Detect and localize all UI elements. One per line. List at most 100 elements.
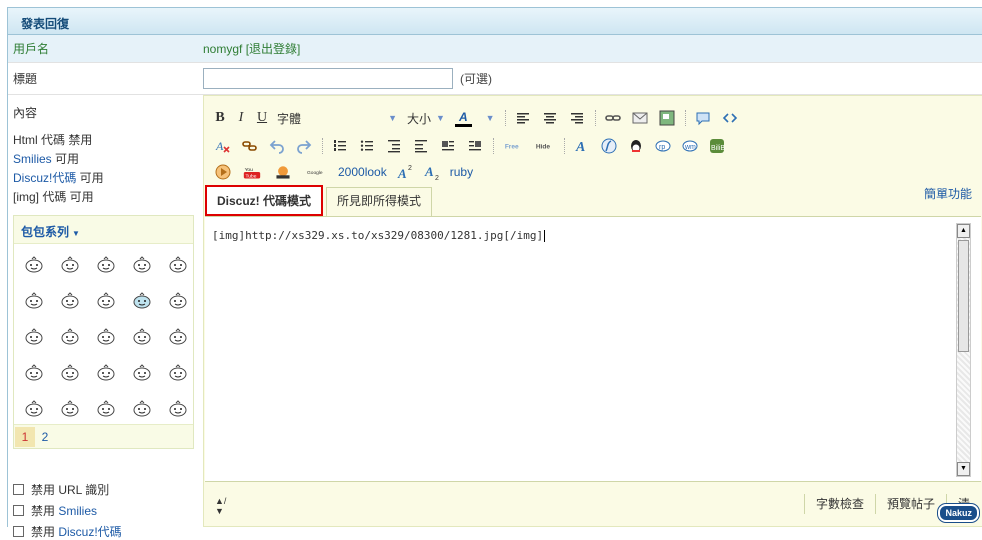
smiley-icon[interactable] xyxy=(16,247,52,283)
google-video-icon[interactable]: Google xyxy=(303,163,329,181)
scroll-down-button[interactable]: ▼ xyxy=(957,462,970,476)
align-right-icon[interactable] xyxy=(568,109,586,127)
smiley-icon[interactable] xyxy=(160,355,196,391)
simple-mode-link[interactable]: 簡單功能 xyxy=(924,185,972,202)
content-label: 內容 xyxy=(13,106,38,120)
smiley-icon[interactable] xyxy=(16,391,52,427)
tab-wysiwyg-mode[interactable]: 所見即所得模式 xyxy=(326,187,433,216)
font-style-icon[interactable]: A xyxy=(573,137,591,155)
svg-text:2: 2 xyxy=(435,175,439,181)
underline-button[interactable]: U xyxy=(256,108,268,128)
link-icon[interactable] xyxy=(604,109,622,127)
editor: B I U 字體 ▼ 大小 ▼ A ▼ A Free Hide A rp wm … xyxy=(203,95,982,527)
flash-icon[interactable] xyxy=(600,137,618,155)
code-icon[interactable] xyxy=(721,109,739,127)
smiley-icon[interactable] xyxy=(52,355,88,391)
scroll-thumb[interactable] xyxy=(958,240,969,352)
align-center-icon[interactable] xyxy=(541,109,559,127)
discuz-help-link[interactable]: Discuz!代碼 xyxy=(13,171,76,185)
smiley-icon[interactable] xyxy=(160,283,196,319)
checkbox[interactable] xyxy=(13,505,24,516)
svg-text:A: A xyxy=(397,166,407,181)
checkbox[interactable] xyxy=(13,526,24,537)
textarea-scrollbar[interactable]: ▲ ▼ xyxy=(956,223,971,477)
unordered-list-icon[interactable] xyxy=(358,137,376,155)
logout-link[interactable]: [退出登錄] xyxy=(246,42,301,56)
media-icon[interactable] xyxy=(214,163,232,181)
subscript-icon[interactable]: A2 xyxy=(423,163,441,181)
smiley-icon[interactable] xyxy=(88,391,124,427)
smiley-icon[interactable] xyxy=(16,319,52,355)
ruby-link[interactable]: ruby xyxy=(450,165,473,179)
message-textarea[interactable]: [img]http://xs329.xs.to/xs329/08300/1281… xyxy=(205,216,981,482)
smiley-icon[interactable] xyxy=(160,391,196,427)
smilies-category[interactable]: 包包系列 ▼ xyxy=(14,216,193,244)
float-left-icon[interactable] xyxy=(439,137,457,155)
redo-icon[interactable] xyxy=(295,137,313,155)
smiley-icon[interactable] xyxy=(52,319,88,355)
smiley-icon[interactable] xyxy=(88,247,124,283)
font-size-select[interactable]: 大小 ▼ xyxy=(407,110,445,127)
smilies-help-link[interactable]: Smilies xyxy=(13,152,52,166)
smiley-icon[interactable] xyxy=(160,319,196,355)
smiley-icon[interactable] xyxy=(124,391,160,427)
bilibili-icon[interactable]: BiliB xyxy=(708,137,726,155)
hide-icon[interactable]: Hide xyxy=(533,137,555,155)
optional-hint: (可選) xyxy=(460,72,492,86)
scroll-up-button[interactable]: ▲ xyxy=(957,224,970,238)
font-family-select[interactable]: 字體 ▼ xyxy=(277,110,397,127)
qq-icon[interactable] xyxy=(627,137,645,155)
option-disable-discuz[interactable]: 禁用 Discuz!代碼 xyxy=(13,523,122,540)
image-icon[interactable] xyxy=(658,109,676,127)
smiley-icon[interactable] xyxy=(88,283,124,319)
option-disable-url[interactable]: 禁用 URL 識別 xyxy=(13,481,109,498)
email-icon[interactable] xyxy=(631,109,649,127)
bold-button[interactable]: B xyxy=(214,108,226,128)
ordered-list-icon[interactable] xyxy=(331,137,349,155)
smiley-icon[interactable] xyxy=(52,391,88,427)
smiley-icon[interactable] xyxy=(52,283,88,319)
toolbar-row-3: You Tube Google 2000look A2 A2 ruby xyxy=(214,162,482,182)
remove-format-icon[interactable]: A xyxy=(214,137,232,155)
page-1[interactable]: 1 xyxy=(15,426,35,447)
windows-media-icon[interactable]: wm xyxy=(681,137,699,155)
undo-icon[interactable] xyxy=(268,137,286,155)
svg-text:A: A xyxy=(575,140,585,155)
superscript-icon[interactable]: A2 xyxy=(396,163,414,181)
smiley-icon[interactable] xyxy=(124,283,160,319)
tab-code-mode[interactable]: Discuz! 代碼模式 xyxy=(205,185,324,216)
subject-input[interactable] xyxy=(203,68,453,89)
smiley-icon[interactable] xyxy=(160,247,196,283)
option-disable-smilies[interactable]: 禁用 Smilies xyxy=(13,502,97,519)
username: nomygf xyxy=(203,42,243,56)
resize-handle-icon[interactable]: ▲/▼ xyxy=(215,496,226,516)
smiley-icon[interactable] xyxy=(124,319,160,355)
chevron-down-icon: ▼ xyxy=(388,113,397,123)
unlink-icon[interactable] xyxy=(241,137,259,155)
smiley-icon[interactable] xyxy=(88,355,124,391)
quote-icon[interactable] xyxy=(694,109,712,127)
smiley-icon[interactable] xyxy=(88,319,124,355)
indent-icon[interactable] xyxy=(412,137,430,155)
smiley-icon[interactable] xyxy=(124,247,160,283)
2000look-link[interactable]: 2000look xyxy=(338,165,387,179)
editor-statusbar: ▲/▼ 字數檢查 預覽帖子 清 xyxy=(205,482,981,526)
align-left-icon[interactable] xyxy=(514,109,532,127)
checkbox[interactable] xyxy=(13,484,24,495)
real-player-icon[interactable]: rp xyxy=(654,137,672,155)
youtube-icon[interactable]: You Tube xyxy=(241,163,263,181)
username-label: 用戶名 xyxy=(13,42,50,56)
font-color-select[interactable]: A ▼ xyxy=(454,110,495,127)
smiley-icon[interactable] xyxy=(16,355,52,391)
smiley-icon[interactable] xyxy=(124,355,160,391)
free-icon[interactable]: Free xyxy=(502,137,524,155)
float-right-icon[interactable] xyxy=(466,137,484,155)
word-count-check-button[interactable]: 字數檢查 xyxy=(803,494,875,514)
smiley-icon[interactable] xyxy=(16,283,52,319)
outdent-icon[interactable] xyxy=(385,137,403,155)
page-2[interactable]: 2 xyxy=(35,427,55,447)
smiley-icon[interactable] xyxy=(52,247,88,283)
tudou-icon[interactable] xyxy=(272,163,294,181)
text-cursor xyxy=(544,230,546,242)
italic-button[interactable]: I xyxy=(235,108,247,128)
